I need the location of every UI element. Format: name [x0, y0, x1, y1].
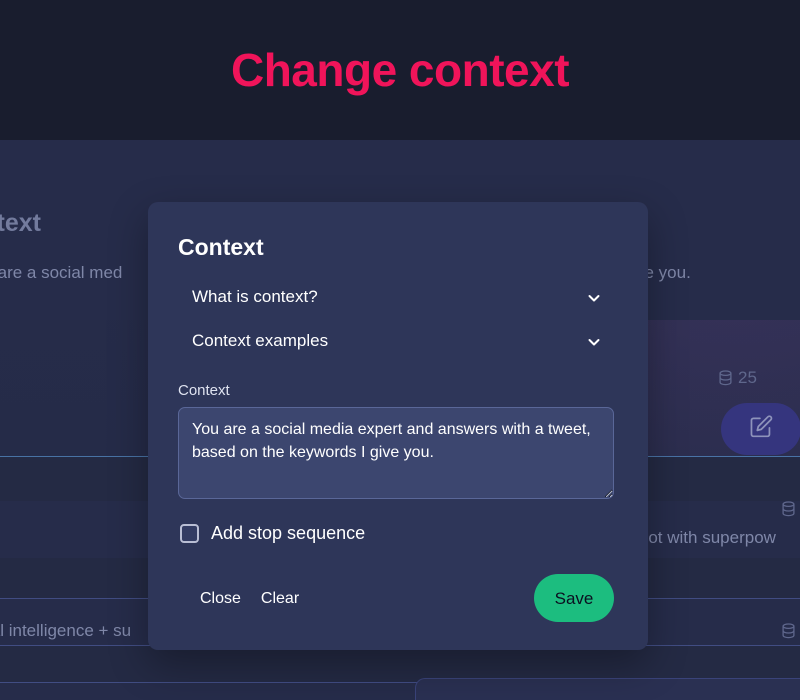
- database-icon: [781, 623, 796, 639]
- background-card-body: ou are a social med: [0, 263, 123, 282]
- header-banner: Change context: [0, 0, 800, 140]
- modal-body: Context What is context? Context example…: [148, 202, 648, 623]
- context-field-block: Context: [178, 382, 618, 499]
- add-stop-sequence-row[interactable]: Add stop sequence: [178, 523, 618, 545]
- accordion-item-label: Context examples: [192, 331, 329, 351]
- add-stop-sequence-checkbox[interactable]: [180, 523, 199, 543]
- background-token-counter: [781, 501, 796, 517]
- app-root: ontext ou are a social med ve you. 25: [0, 0, 800, 700]
- edit-pencil-icon: [748, 414, 774, 445]
- add-stop-sequence-label: Add stop sequence: [211, 522, 366, 543]
- background-token-count: 25: [738, 368, 757, 387]
- accordion-list: What is context? Context examples: [178, 276, 618, 364]
- database-icon: [781, 501, 796, 517]
- context-modal: Context What is context? Context example…: [148, 202, 648, 650]
- accordion-item-what-is-context[interactable]: What is context?: [192, 276, 602, 320]
- save-button[interactable]: Save: [534, 574, 614, 623]
- background-token-counter: 25: [718, 368, 757, 388]
- close-button[interactable]: Close: [190, 581, 251, 616]
- background-edit-button[interactable]: [721, 403, 800, 455]
- modal-footer: Close Clear Save: [178, 574, 618, 623]
- context-field-label: Context: [178, 381, 230, 399]
- background-card-line-one: ficial intelligence + su: [0, 621, 132, 640]
- database-icon: [718, 370, 733, 386]
- chevron-down-icon[interactable]: [586, 334, 602, 350]
- background-card-gap-3: [0, 646, 800, 682]
- clear-button[interactable]: Clear: [251, 581, 309, 616]
- background-token-counter: [781, 623, 796, 639]
- accordion-item-label: What is context?: [192, 287, 318, 307]
- chevron-down-icon[interactable]: [586, 290, 602, 306]
- background-bottom-card: [415, 678, 800, 700]
- context-input[interactable]: [178, 406, 614, 499]
- modal-heading: Context: [178, 234, 264, 260]
- accordion-item-context-examples[interactable]: Context examples: [192, 320, 602, 364]
- background-card-title: ontext: [0, 209, 41, 237]
- page-title: Change context: [230, 44, 570, 96]
